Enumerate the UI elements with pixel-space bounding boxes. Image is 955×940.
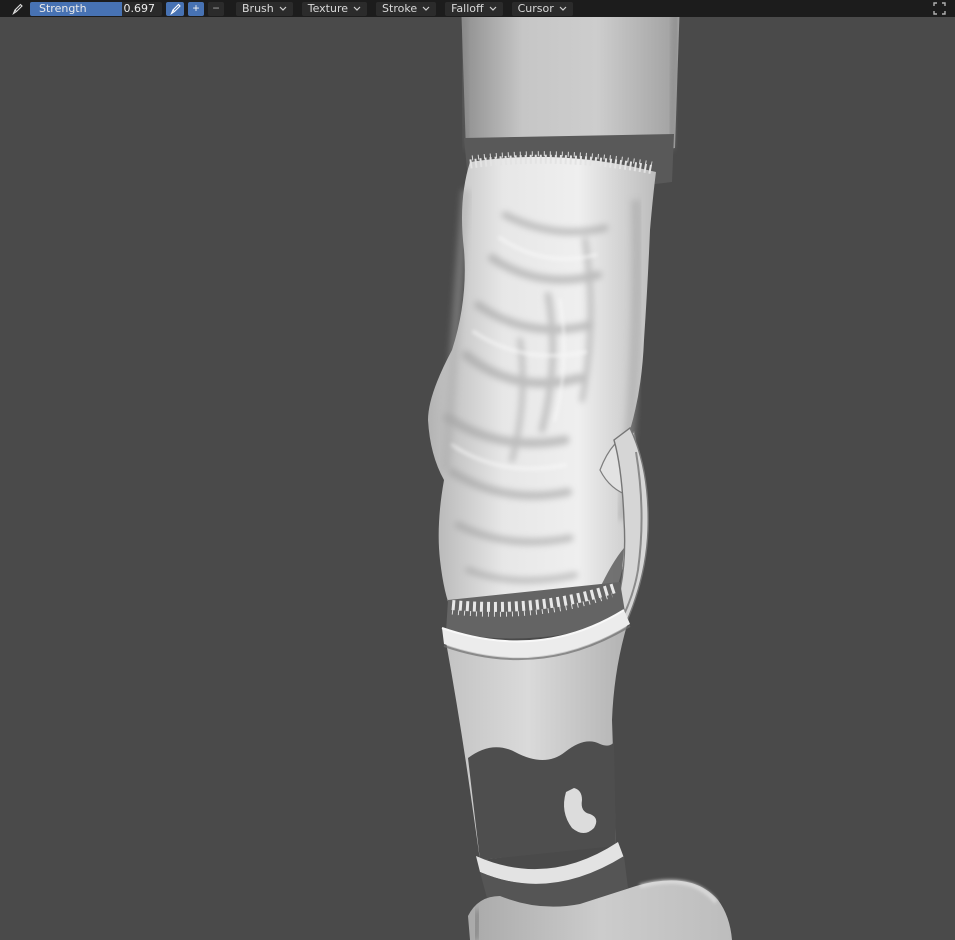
corner-brackets-icon — [932, 2, 946, 15]
chevron-down-icon — [489, 6, 497, 11]
dropdown-cursor-label: Cursor — [517, 1, 554, 15]
cloth-sleeve — [428, 151, 656, 612]
dropdown-falloff-label: Falloff — [451, 1, 484, 15]
chevron-down-icon — [422, 6, 430, 11]
dropdown-stroke-label: Stroke — [382, 1, 418, 15]
dropdown-texture[interactable]: Texture — [301, 1, 368, 16]
chevron-down-icon — [559, 6, 567, 11]
add-brush-button[interactable]: + — [188, 1, 204, 16]
dropdown-brush-label: Brush — [242, 1, 274, 15]
corner-brackets-button[interactable] — [931, 1, 947, 16]
dropdown-brush[interactable]: Brush — [236, 1, 293, 16]
brush-icon — [169, 3, 181, 15]
brush-tool-button[interactable] — [8, 2, 26, 16]
strength-slider[interactable]: Strength 0.697 — [30, 1, 162, 16]
3d-viewport[interactable] — [0, 0, 955, 940]
brush-icon — [11, 3, 23, 15]
dropdown-falloff[interactable]: Falloff — [445, 1, 503, 16]
dropdown-stroke[interactable]: Stroke — [376, 1, 437, 16]
dropdown-cursor[interactable]: Cursor — [511, 1, 573, 16]
brush-settings-toggle-button[interactable] — [166, 1, 184, 16]
chevron-down-icon — [353, 6, 361, 11]
strength-value: 0.697 — [123, 1, 156, 15]
remove-brush-button[interactable]: − — [208, 1, 224, 16]
top-toolbar: Strength 0.697 + − Brush Texture Stroke … — [0, 0, 955, 17]
strength-label: Strength — [39, 1, 87, 15]
dropdown-texture-label: Texture — [307, 1, 349, 15]
chevron-down-icon — [279, 6, 287, 11]
